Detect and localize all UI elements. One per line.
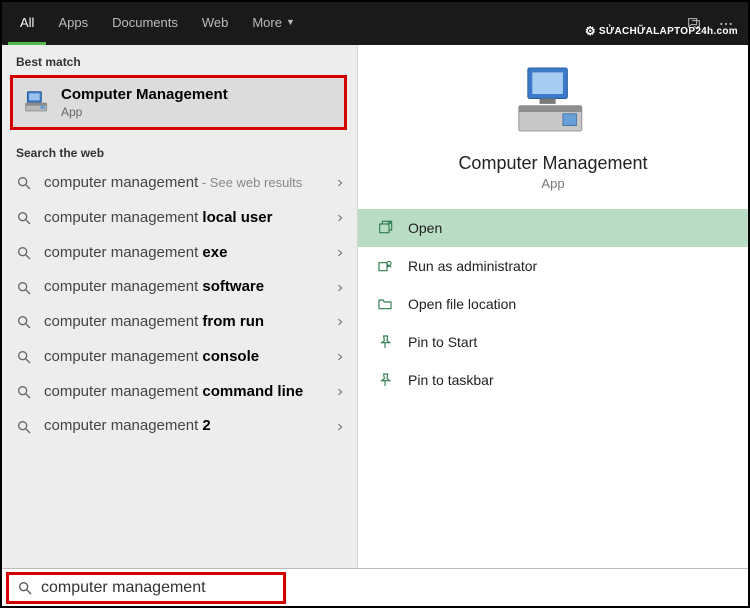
tab-documents[interactable]: Documents [100, 2, 190, 45]
chevron-right-icon [333, 283, 347, 293]
web-result-5[interactable]: computer management console [2, 340, 357, 375]
section-best-match-label: Best match [2, 45, 357, 75]
search-icon [17, 580, 33, 596]
action-pin-to-taskbar[interactable]: Pin to taskbar [358, 361, 748, 399]
web-result-text: computer management console [44, 348, 321, 367]
search-icon [16, 245, 32, 261]
preview-panel: Computer Management App Open Run as admin… [358, 45, 748, 568]
best-match-title: Computer Management [61, 86, 228, 103]
web-result-7[interactable]: computer management 2 [2, 409, 357, 444]
web-result-6[interactable]: computer management command line [2, 375, 357, 410]
action-run-as-administrator[interactable]: Run as administrator [358, 247, 748, 285]
chevron-right-icon [333, 317, 347, 327]
chevron-right-icon [333, 387, 347, 397]
action-label: Open file location [408, 296, 516, 312]
chevron-right-icon [333, 422, 347, 432]
search-icon [16, 419, 32, 435]
top-tab-bar: All Apps Documents Web More ▼ ⚙ SỬACHỮAL… [2, 2, 748, 45]
admin-icon [376, 257, 394, 275]
watermark-text: SỬACHỮALAPTOP24h.com [599, 26, 738, 37]
search-icon [16, 175, 32, 191]
chevron-right-icon [333, 178, 347, 188]
web-result-text: computer management exe [44, 244, 321, 263]
action-label: Pin to Start [408, 334, 477, 350]
watermark: ⚙ SỬACHỮALAPTOP24h.com [585, 24, 738, 38]
folder-icon [376, 295, 394, 313]
web-result-3[interactable]: computer management software [2, 270, 357, 305]
chevron-right-icon [333, 352, 347, 362]
gear-icon: ⚙ [585, 24, 596, 38]
web-result-text: computer management from run [44, 313, 321, 332]
search-icon [16, 314, 32, 330]
search-icon [16, 280, 32, 296]
action-label: Open [408, 220, 442, 236]
web-result-text: computer management command line [44, 383, 321, 402]
tab-apps[interactable]: Apps [46, 2, 100, 45]
web-result-1[interactable]: computer management local user [2, 201, 357, 236]
web-result-text: computer management - See web results [44, 174, 321, 193]
action-open-file-location[interactable]: Open file location [358, 285, 748, 323]
chevron-down-icon: ▼ [286, 17, 295, 27]
search-icon [16, 384, 32, 400]
chevron-right-icon [333, 213, 347, 223]
preview-icon [508, 61, 598, 145]
computer-mgmt-icon [23, 89, 51, 117]
preview-title: Computer Management [458, 153, 647, 174]
search-input[interactable]: computer management [6, 572, 286, 604]
tab-all[interactable]: All [8, 2, 46, 45]
section-web-label: Search the web [2, 136, 357, 166]
web-result-text: computer management local user [44, 209, 321, 228]
web-result-text: computer management software [44, 278, 321, 297]
best-match-item[interactable]: Computer Management App [10, 75, 347, 130]
tab-more[interactable]: More ▼ [240, 2, 307, 45]
results-panel: Best match Computer Management App Searc… [2, 45, 358, 568]
action-open[interactable]: Open [358, 209, 748, 247]
web-result-4[interactable]: computer management from run [2, 305, 357, 340]
chevron-right-icon [333, 248, 347, 258]
web-result-0[interactable]: computer management - See web results [2, 166, 357, 201]
pin-icon [376, 333, 394, 351]
web-result-2[interactable]: computer management exe [2, 236, 357, 271]
search-icon [16, 349, 32, 365]
open-icon [376, 219, 394, 237]
action-pin-to-start[interactable]: Pin to Start [358, 323, 748, 361]
action-label: Pin to taskbar [408, 372, 494, 388]
tab-more-label: More [252, 15, 282, 30]
action-label: Run as administrator [408, 258, 537, 274]
search-bar: computer management [2, 568, 748, 606]
tab-web[interactable]: Web [190, 2, 241, 45]
best-match-subtitle: App [61, 105, 228, 119]
pin-icon [376, 371, 394, 389]
search-query-text: computer management [41, 579, 206, 597]
web-result-text: computer management 2 [44, 417, 321, 436]
preview-subtitle: App [541, 176, 564, 191]
search-icon [16, 210, 32, 226]
